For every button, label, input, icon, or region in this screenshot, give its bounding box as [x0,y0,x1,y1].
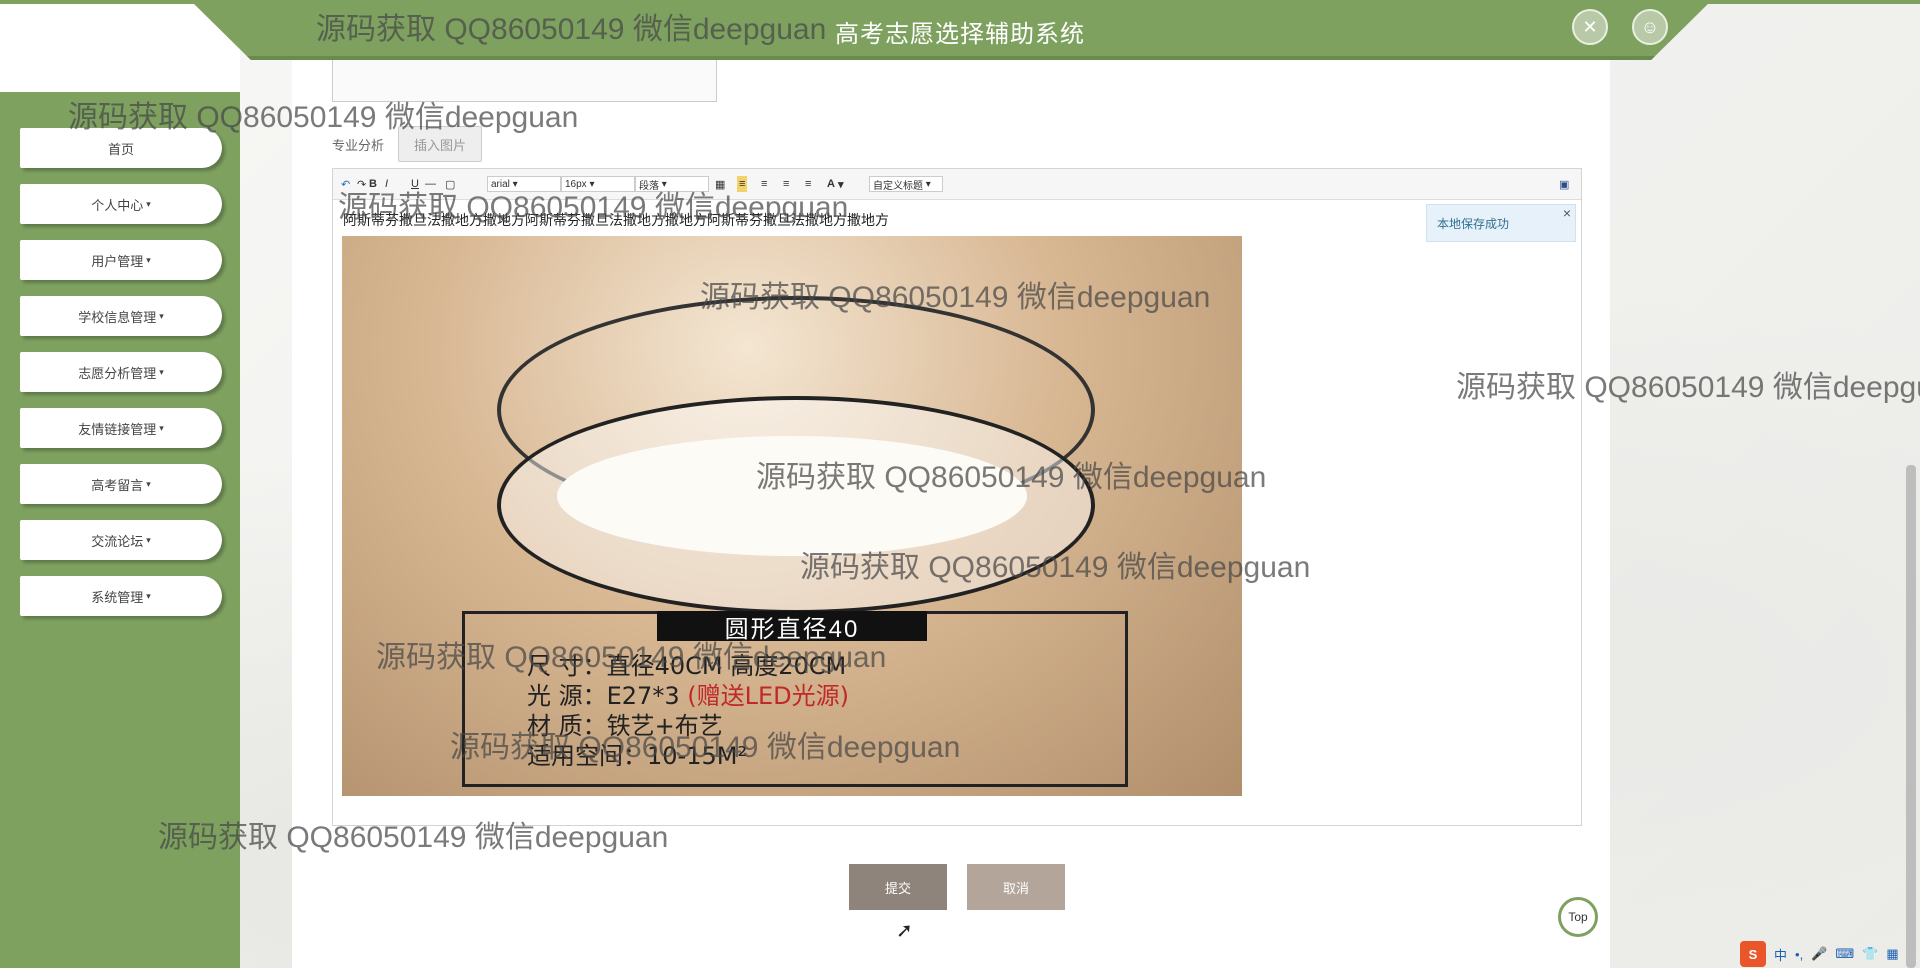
sidebar-item-label: 系统管理 [91,589,144,605]
caret-down-icon: ▾ [146,254,151,265]
ime-logo-icon: S [1740,941,1766,967]
font-family-select[interactable]: arial ▾ [487,176,561,192]
undo-icon[interactable]: ↶ [341,176,350,192]
sidebar-item-label: 用户管理 [91,253,144,269]
sidebar-item-label: 个人中心 [91,197,144,213]
spec-title: 圆形直径40 [657,611,927,643]
submit-button[interactable]: 提交 [849,864,947,910]
ime-mode-label: 中 [1774,947,1788,963]
user-icon[interactable]: ☺ [1632,9,1668,45]
sidebar-item-label: 学校信息管理 [78,309,157,325]
strikethrough-icon[interactable]: — [425,176,436,192]
punctuation-icon: •, [1795,946,1804,962]
paragraph-select[interactable]: 段落 ▾ [635,176,709,192]
italic-icon[interactable]: I [385,176,388,192]
align-left-icon[interactable]: ≡ [737,176,748,192]
lamp-product-image: 圆形直径40 尺 寸：直径40CM 高度20CM 光 源：E27*3 (赠送LE… [342,236,1242,796]
previous-textarea[interactable] [332,56,717,102]
align-center-icon[interactable]: ≡ [761,176,767,192]
sidebar-item-forum[interactable]: 交流论坛 ▾ [20,520,222,560]
insert-image-button[interactable]: 插入图片 [398,126,482,162]
caret-down-icon: ▾ [159,422,164,433]
fullscreen-icon[interactable]: ▣ [1559,176,1569,192]
clear-format-icon[interactable]: ▢ [445,176,455,192]
sidebar-item-home[interactable]: 首页 [20,128,222,168]
caret-down-icon: ▾ [146,534,151,545]
sidebar-item-school-info[interactable]: 学校信息管理 ▾ [20,296,222,336]
grid-icon: ▦ [1886,946,1899,961]
font-color-button[interactable]: A ▾ [827,176,844,192]
keyboard-icon: ⌨ [1835,946,1855,961]
field-label-major-analysis: 专业分析 [332,138,385,153]
sidebar-item-label: 首页 [107,141,134,157]
table-icon[interactable]: ▦ [715,176,725,192]
local-save-toast: 本地保存成功 × [1426,204,1576,242]
sidebar-item-personal-center[interactable]: 个人中心 ▾ [20,184,222,224]
font-size-value: 16px [565,178,587,190]
custom-title-select[interactable]: 自定义标题 ▾ [869,176,943,192]
sidebar-item-system-management[interactable]: 系统管理 ▾ [20,576,222,616]
ime-toolbar[interactable]: S 中 •, 🎤 ⌨ 👕 ▦ [1740,940,1920,968]
mouse-cursor-icon: ➚ [896,920,913,942]
sidebar-item-label: 交流论坛 [91,533,144,549]
custom-title-value: 自定义标题 [873,180,923,192]
back-to-top-button[interactable]: Top [1558,897,1598,937]
redo-icon[interactable]: ↷ [357,176,366,192]
caret-down-icon: ▾ [146,590,151,601]
microphone-icon: 🎤 [1811,946,1828,961]
caret-down-icon: ▾ [146,478,151,489]
sidebar-item-friend-links[interactable]: 友情链接管理 ▾ [20,408,222,448]
sidebar-item-label: 高考留言 [91,477,144,493]
editor-toolbar: ↶ ↷ B I U — ▢ arial ▾ 16px ▾ 段落 ▾ ▦ ≡ ≡ … [333,169,1581,200]
align-right-icon[interactable]: ≡ [783,176,789,192]
sidebar-item-label: 友情链接管理 [78,421,157,437]
caret-down-icon: ▾ [159,366,164,377]
page-scrollbar[interactable] [1906,465,1916,968]
skin-icon: 👕 [1862,946,1879,961]
align-justify-icon[interactable]: ≡ [805,176,811,192]
font-family-value: arial [491,178,510,190]
caret-down-icon: ▾ [146,198,151,209]
sidebar-item-label: 志愿分析管理 [78,365,157,381]
toast-message: 本地保存成功 [1437,216,1510,231]
font-color-label: A [827,178,835,190]
sidebar-item-user-management[interactable]: 用户管理 ▾ [20,240,222,280]
close-circle-icon[interactable]: ✕ [1572,9,1608,45]
paragraph-value: 段落 [639,180,659,192]
underline-button[interactable]: U [411,176,419,192]
lamp-light-disc [557,436,1027,556]
spec-space: 适用空间：10-15M² [527,742,748,770]
rich-text-editor[interactable]: ↶ ↷ B I U — ▢ arial ▾ 16px ▾ 段落 ▾ ▦ ≡ ≡ … [332,168,1582,826]
cancel-button[interactable]: 取消 [967,864,1065,910]
editor-content-text: 阿斯蒂芬撒旦法撒地方撒地方阿斯蒂芬撒旦法撒地方撒地方阿斯蒂芬撒旦法撒地方撒地方 [343,212,889,228]
bold-button[interactable]: B [369,176,377,192]
toast-close-icon[interactable]: × [1563,205,1571,221]
caret-down-icon: ▾ [159,310,164,321]
sidebar-item-application-analysis[interactable]: 志愿分析管理 ▾ [20,352,222,392]
sidebar-item-exam-messages[interactable]: 高考留言 ▾ [20,464,222,504]
font-size-select[interactable]: 16px ▾ [561,176,635,192]
